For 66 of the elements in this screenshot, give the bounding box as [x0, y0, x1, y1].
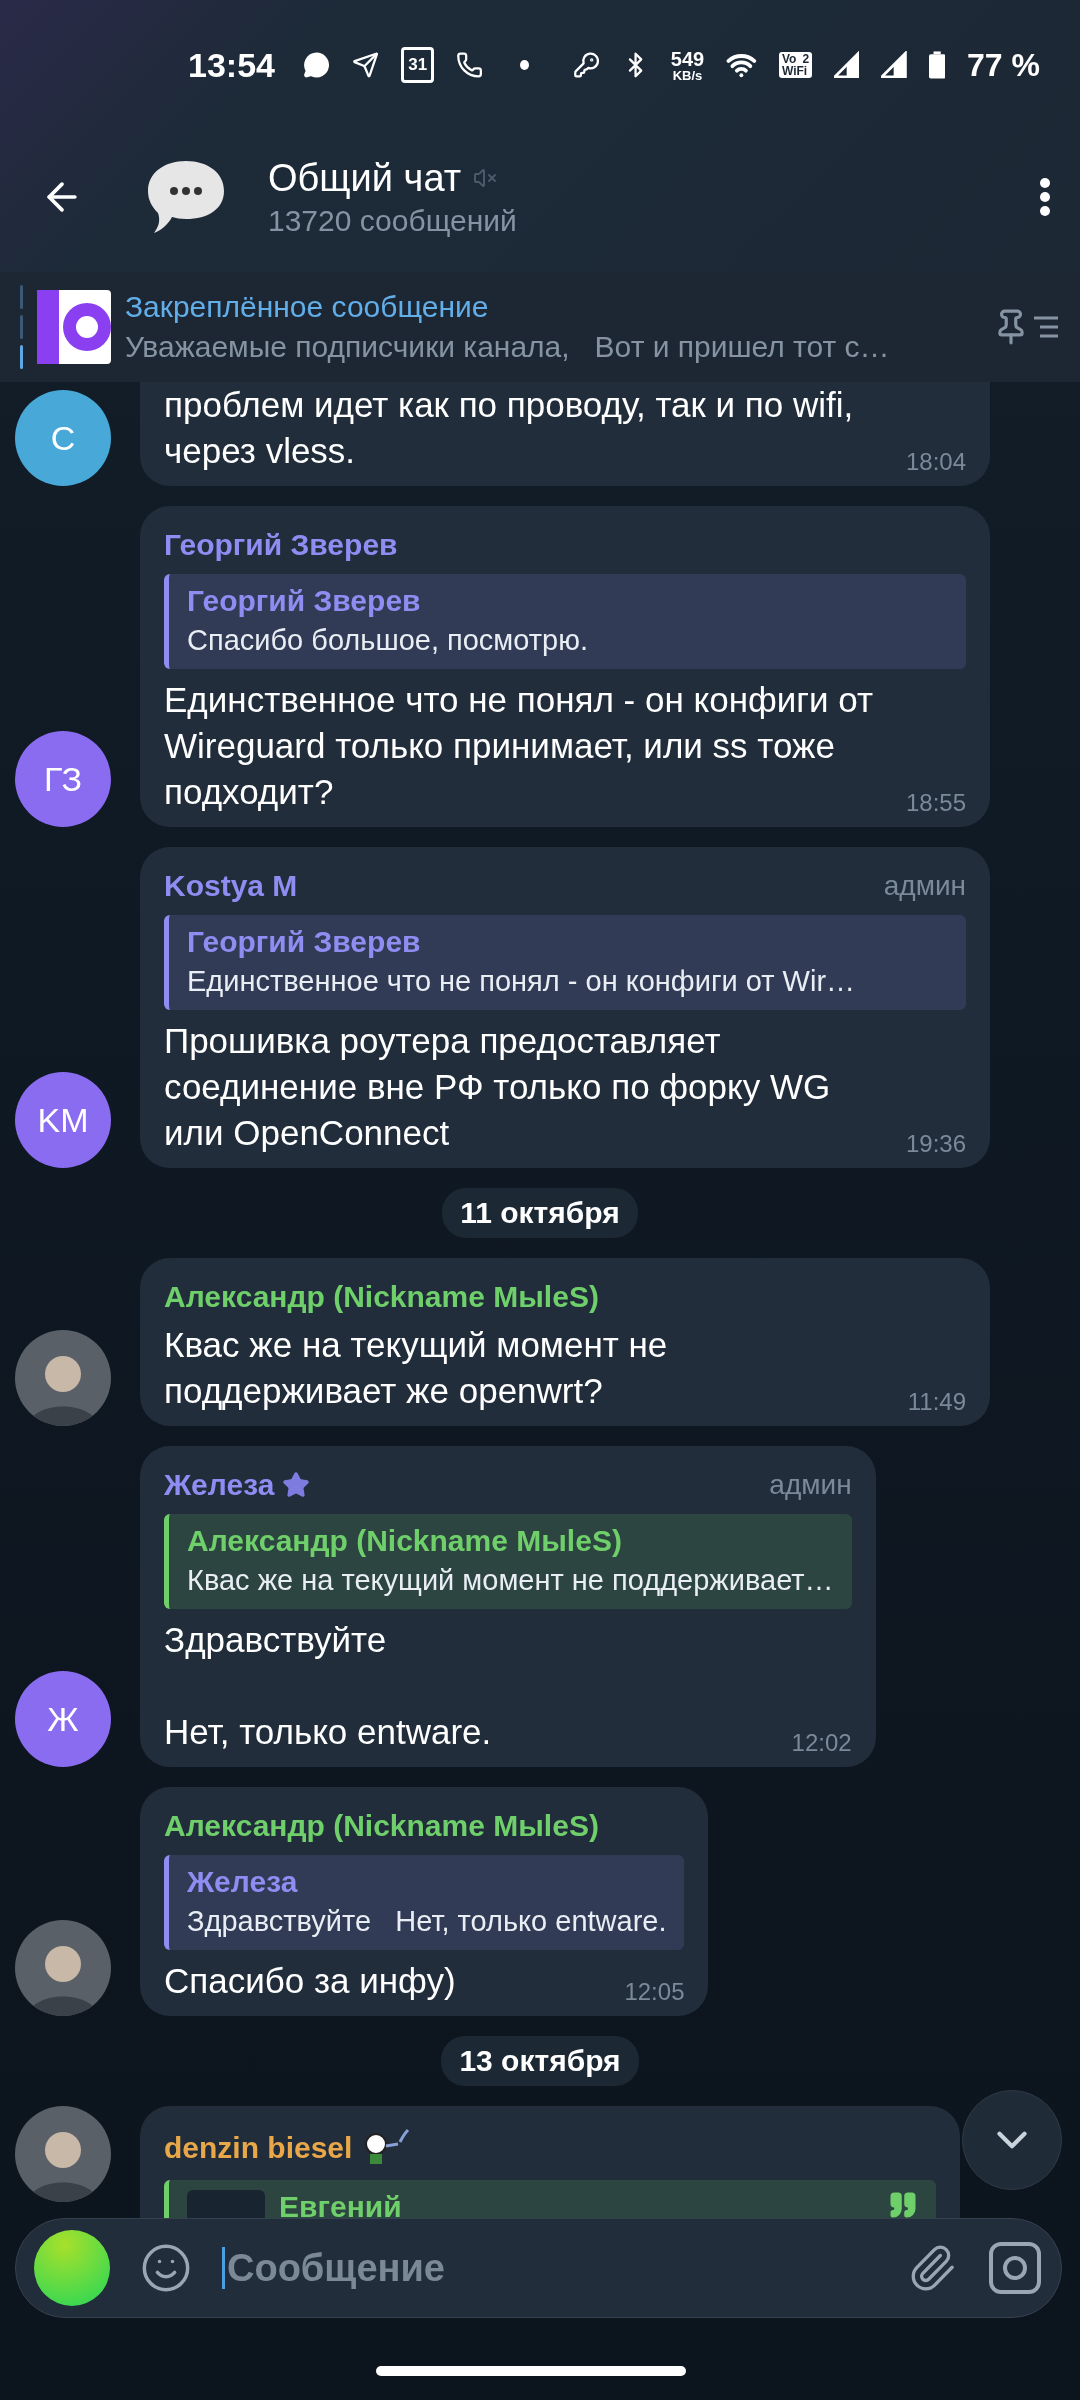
avatar[interactable]: Ж — [15, 1671, 111, 1767]
battery-percent: 77 % — [967, 46, 1040, 84]
message-time: 12:05 — [624, 1978, 685, 2006]
camera-icon — [987, 2240, 1043, 2296]
sender-name[interactable]: Александр (Nickname МыleS) — [164, 1809, 599, 1843]
reply-author: Георгий Зверев — [187, 584, 422, 618]
signal-icon — [881, 51, 907, 79]
admin-label: админ — [768, 1469, 852, 1501]
network-speed: 549 KB/s — [670, 48, 705, 82]
message-text: Здравствуйте Нет, только entware. — [164, 1619, 493, 1753]
admin-label: админ — [882, 870, 966, 902]
reply-quote[interactable]: Георгий Зверев Спасибо большое, посмотрю. — [164, 574, 966, 669]
message-time: 12:02 — [791, 1729, 852, 1757]
calendar-icon: 31 — [401, 47, 435, 83]
avatar[interactable]: ГЗ — [15, 731, 111, 827]
reply-text: Здравствуйте Нет, только entware. — [187, 1905, 667, 1938]
sender-name[interactable]: Георгий Зверев — [164, 528, 398, 562]
message-text: Прошивка роутера предоставляет соединение вне РФ только по форку WG или OpenConnect — [164, 1020, 832, 1154]
reply-author: Железа — [187, 1865, 299, 1899]
pinned-message-bar[interactable]: Закреплённое сообщение Уважаемые подписчики канала, Вот и пришел тот с… — [0, 272, 1080, 382]
reply-author: Георгий Зверев — [187, 925, 422, 959]
vowifi-icon: Vo 2 WiFi — [779, 52, 813, 78]
message-time: 19:36 — [905, 1130, 966, 1158]
status-time: 13:54 — [188, 45, 275, 85]
sender-name[interactable]: Железа — [164, 1468, 275, 1502]
pinned-text: Уважаемые подписчики канала, Вот и пришел тот с… — [125, 330, 891, 364]
paper-plane-icon — [352, 50, 380, 80]
smiley-icon — [140, 2242, 192, 2294]
reply-quote[interactable]: Александр (Nickname МыleS) Квас же на текущий момент не поддерживает… — [164, 1514, 852, 1609]
reply-author: Александр (Nickname МыleS) — [187, 1524, 623, 1558]
reply-quote[interactable]: Георгий Зверев Единственное что не понял - он конфиги от Wir… — [164, 915, 966, 1010]
message-text: проблем идет как по проводу, так и по wifi, через vless. — [164, 384, 855, 472]
more-icon — [1040, 178, 1050, 216]
reply-text: Единственное что не понял - он конфиги от Wir… — [187, 965, 857, 998]
reply-text: Спасибо большое, посмотрю. — [187, 624, 589, 657]
date-separator: 13 октября — [441, 2036, 639, 2086]
message-text: Квас же на текущий момент не поддерживает же openwrt? — [164, 1324, 669, 1412]
message-count: 13720 сообщений — [268, 203, 518, 238]
sender-name[interactable]: Александр (Nickname МыleS) — [164, 1280, 599, 1314]
notification-dot — [519, 60, 529, 70]
signal-icon — [834, 51, 860, 79]
text-cursor — [222, 2247, 225, 2289]
sender-name[interactable]: Kostya M — [164, 869, 298, 903]
channel-logo-icon — [37, 290, 111, 364]
key-icon — [572, 50, 600, 80]
message-time: 18:04 — [905, 448, 966, 476]
send-as-avatar[interactable] — [34, 2230, 110, 2306]
chat-title: Общий чат — [268, 156, 462, 200]
sender-name[interactable]: denzin biesel — [164, 2131, 353, 2165]
reply-text: Квас же на текущий момент не поддерживает… — [187, 1564, 834, 1597]
message-time: 11:49 — [907, 1388, 966, 1416]
avatar[interactable]: KM — [15, 1072, 111, 1168]
emoji-button[interactable] — [140, 2242, 192, 2294]
date-separator: 11 октября — [442, 1188, 638, 1238]
message-text: Спасибо за инфу) — [164, 1960, 457, 2002]
camera-button[interactable] — [987, 2240, 1043, 2296]
phone-icon — [456, 50, 484, 80]
chat-bubble-icon — [302, 50, 331, 80]
pinned-title: Закреплённое сообщение — [125, 290, 490, 324]
reply-author: Евгений — [279, 2190, 403, 2218]
battery-icon — [928, 50, 946, 80]
message-text: Единственное что не понял - он конфиги от Wireguard только принимает, или ss тоже подходит? — [164, 679, 875, 813]
message-composer[interactable]: Сообщение — [15, 2218, 1062, 2318]
reply-quote[interactable]: Железа Здравствуйте Нет, только entware. — [164, 1855, 685, 1950]
message-time: 18:55 — [905, 789, 966, 817]
menu-button[interactable] — [1040, 178, 1050, 216]
